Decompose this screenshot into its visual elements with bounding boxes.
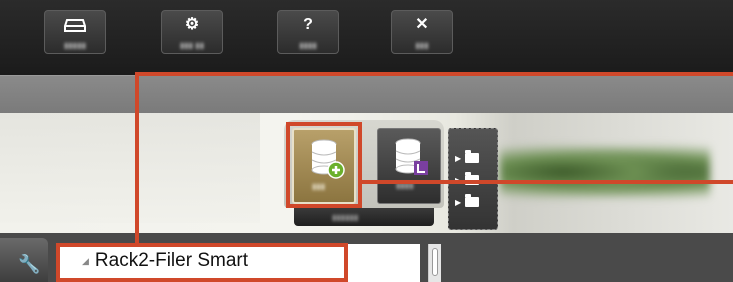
folder-icon — [465, 150, 480, 163]
wrench-icon: 🔧 — [18, 254, 41, 274]
help-button[interactable]: ? ▮▮▮▮ — [277, 10, 339, 54]
callout-line-right — [360, 180, 733, 184]
tray-button-label: ▮▮▮▮▮ — [63, 41, 86, 50]
callout-line-top — [135, 72, 733, 76]
close-button-label: ▮▮▮ — [415, 41, 429, 50]
settings-button[interactable]: ⚙ ▮▮▮ ▮▮ — [161, 10, 223, 54]
database-import-icon — [395, 138, 428, 175]
help-icon: ? — [303, 16, 313, 33]
settings-button-label: ▮▮▮ ▮▮ — [179, 41, 205, 50]
import-cabinet-button[interactable]: ▮▮▮▮ — [377, 128, 441, 204]
tray-icon — [64, 15, 86, 35]
close-icon: ✕ — [415, 16, 429, 33]
side-folder-row[interactable]: ▶ — [455, 193, 495, 211]
callout-box-tree-root — [56, 243, 348, 282]
expand-arrow-icon: ▶ — [455, 153, 462, 163]
close-button[interactable]: ✕ ▮▮▮ — [391, 10, 453, 54]
callout-box-new-cabinet — [286, 122, 362, 208]
folder-icon — [465, 194, 480, 207]
background-plant-image — [500, 143, 710, 201]
side-folder-panel[interactable]: ▶ ▶ ▶ — [448, 128, 498, 230]
cabinet-bar[interactable]: ▮▮▮▮▮▮ — [294, 208, 434, 226]
help-button-label: ▮▮▮▮ — [299, 41, 317, 50]
top-toolbar: ▮▮▮▮▮ ⚙ ▮▮▮ ▮▮ ? ▮▮▮▮ ✕ ▮▮▮ — [0, 0, 733, 75]
header-band — [0, 75, 733, 114]
cabinet-bar-label: ▮▮▮▮▮▮ — [332, 213, 359, 222]
tools-button[interactable]: 🔧 — [0, 238, 48, 282]
background-shade — [0, 113, 260, 223]
expand-arrow-icon: ▶ — [455, 197, 462, 207]
scrollbar-thumb[interactable] — [432, 248, 438, 276]
tree-scrollbar[interactable] — [428, 244, 441, 282]
gear-icon: ⚙ — [184, 16, 200, 33]
tray-button[interactable]: ▮▮▮▮▮ — [44, 10, 106, 54]
callout-line-left — [135, 72, 139, 243]
side-folder-row[interactable]: ▶ — [455, 149, 495, 167]
